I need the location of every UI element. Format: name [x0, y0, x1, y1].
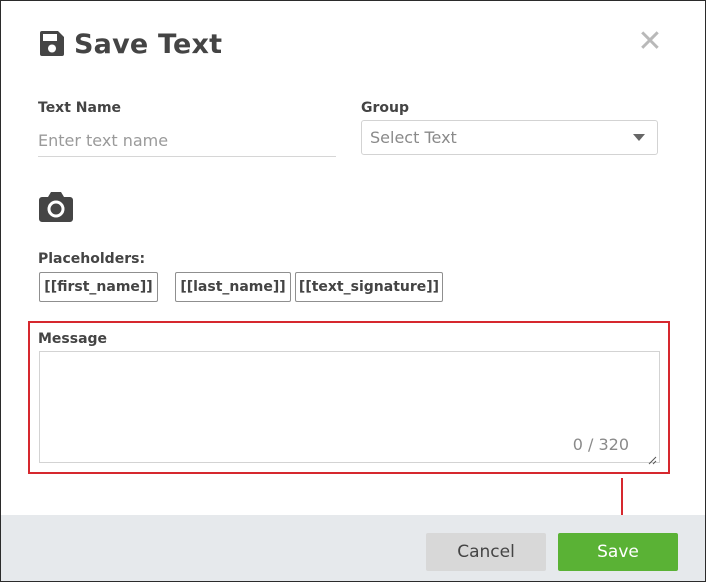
message-textarea[interactable]: 0 / 320	[39, 351, 660, 465]
dialog-header: Save Text	[38, 24, 222, 64]
placeholder-chip-last-name[interactable]: [[last_name]]	[175, 272, 291, 302]
dialog-title: Save Text	[74, 28, 223, 60]
placeholder-chip-text-signature[interactable]: [[text_signature]]	[295, 272, 443, 302]
close-icon[interactable]: ✕	[636, 27, 664, 57]
floppy-disk-icon	[38, 30, 66, 58]
character-counter: 0 / 320	[572, 435, 629, 454]
placeholder-chip-first-name[interactable]: [[first_name]]	[39, 272, 158, 302]
save-button[interactable]: Save	[558, 533, 678, 571]
resize-handle-icon[interactable]	[647, 450, 657, 465]
camera-icon[interactable]	[38, 191, 74, 223]
caret-down-icon	[621, 134, 657, 141]
group-select[interactable]: Select Text	[361, 120, 658, 155]
text-name-label: Text Name	[38, 100, 122, 116]
group-label: Group	[361, 100, 410, 116]
text-name-input[interactable]	[38, 124, 336, 157]
message-label: Message	[38, 331, 108, 347]
group-select-value: Select Text	[370, 128, 457, 147]
placeholders-label: Placeholders:	[38, 251, 146, 267]
cancel-button[interactable]: Cancel	[426, 533, 546, 571]
